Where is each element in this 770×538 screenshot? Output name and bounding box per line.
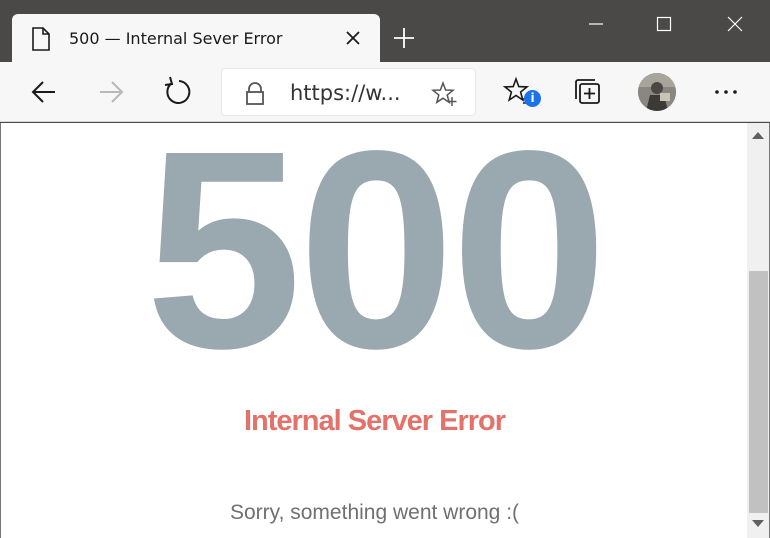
avatar[interactable] (638, 73, 676, 111)
star-icon[interactable] (431, 81, 457, 107)
scroll-down-icon[interactable] (752, 520, 764, 527)
url-text[interactable]: https://w... (290, 81, 401, 105)
avatar-photo (638, 73, 676, 111)
error-title: Internal Server Error (243, 405, 506, 437)
more-icon[interactable] (709, 75, 743, 109)
back-arrow-icon[interactable] (27, 75, 61, 109)
address-bar[interactable]: https://w... (221, 68, 476, 116)
browser-toolbar: https://w... i (0, 62, 770, 122)
browser-tab[interactable]: 500 — Internal Sever Error (12, 14, 380, 62)
page-content: 500 Internal Server Error Sorry, somethi… (0, 123, 747, 538)
error-message: Sorry, something went wrong :( (229, 501, 520, 524)
scroll-up-icon[interactable] (752, 132, 764, 139)
window-close-icon[interactable] (721, 12, 749, 38)
close-icon[interactable] (344, 29, 362, 47)
vertical-scrollbar[interactable] (747, 123, 770, 538)
forward-arrow-icon (100, 81, 124, 103)
refresh-icon[interactable] (162, 75, 196, 109)
tab-title: 500 — Internal Sever Error (69, 29, 283, 48)
plus-icon[interactable] (392, 26, 416, 50)
lock-icon[interactable] (244, 82, 266, 106)
minimize-icon[interactable] (582, 12, 610, 38)
collections-icon[interactable] (571, 75, 605, 109)
info-badge: i (524, 90, 541, 107)
scroll-thumb[interactable] (749, 271, 768, 513)
title-bar: 500 — Internal Sever Error (0, 0, 770, 62)
page-icon (32, 27, 50, 51)
maximize-icon[interactable] (650, 12, 678, 38)
error-code: 500 (145, 123, 608, 407)
